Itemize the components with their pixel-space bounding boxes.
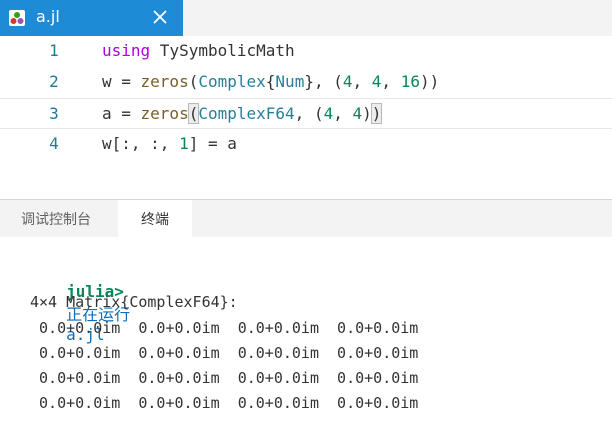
line-number: 4 — [49, 134, 59, 153]
code-token: } — [304, 72, 314, 91]
code-token: zeros — [140, 104, 189, 123]
code-token: w[:, :, — [102, 134, 180, 153]
matrix-row: 0.0+0.0im 0.0+0.0im 0.0+0.0im 0.0+0.0im — [30, 344, 419, 362]
code-token: ) — [370, 103, 383, 124]
code-token: ) — [419, 72, 430, 91]
code-token: ( — [188, 72, 199, 91]
code-token: TySymbolicMath — [150, 41, 295, 60]
code-token: ) — [362, 104, 372, 123]
code-text: a = zeros(ComplexF64, (4, 4)) — [102, 103, 383, 124]
code-token: w = — [102, 72, 141, 91]
tab-debug-console-label: 调试控制台 — [21, 211, 91, 228]
code-text: w[:, :, 1] = a — [102, 134, 237, 153]
code-token: ] = a — [188, 134, 237, 153]
code-token: , — [333, 104, 353, 123]
code-token: 4 — [342, 72, 353, 91]
line-number: 2 — [49, 72, 59, 91]
text-cursor — [381, 104, 383, 122]
code-token: using — [102, 41, 151, 60]
code-token: , — [381, 72, 401, 91]
code-token: 16 — [400, 72, 420, 91]
panel-tab-bar: 调试控制台 终端 — [0, 199, 612, 237]
code-token: , — [352, 72, 372, 91]
code-editor[interactable]: 1 using TySymbolicMath 2 w = zeros(Complex{… — [0, 36, 612, 199]
matrix-row: 0.0+0.0im 0.0+0.0im 0.0+0.0im 0.0+0.0im — [30, 319, 419, 337]
tab-terminal-label: 终端 — [141, 211, 169, 228]
code-token: 1 — [179, 134, 189, 153]
matrix-row: 0.0+0.0im 0.0+0.0im 0.0+0.0im 0.0+0.0im — [30, 369, 419, 387]
julia-file-icon — [9, 10, 25, 26]
code-token: 4 — [371, 72, 382, 91]
code-token: , — [313, 72, 334, 91]
code-token: 4 — [323, 104, 334, 123]
code-token: ( — [333, 72, 343, 91]
code-token: ( — [187, 103, 200, 124]
code-token: zeros — [140, 72, 189, 91]
code-text: using TySymbolicMath — [102, 41, 295, 60]
tab-title: a.jl — [36, 7, 60, 26]
terminal-output[interactable]: julia> 正在运行 a.jl 4×4 Matrix{ComplexF64}:… — [0, 237, 612, 442]
code-token: Complex — [198, 72, 266, 91]
code-token: 4 — [352, 104, 363, 123]
code-token: , — [294, 104, 314, 123]
matrix-row: 0.0+0.0im 0.0+0.0im 0.0+0.0im 0.0+0.0im — [30, 394, 419, 412]
code-token: ( — [313, 104, 324, 123]
code-token: a = — [102, 104, 141, 123]
editor-line[interactable]: 3a = zeros(ComplexF64, (4, 4)) — [0, 98, 612, 129]
matrix-header: 4×4 Matrix{ComplexF64}: — [30, 293, 238, 311]
editor-tab-a-jl[interactable]: a.jl — [0, 0, 183, 36]
code-token: { — [265, 72, 276, 91]
code-text: w = zeros(Complex{Num}, (4, 4, 16)) — [102, 72, 439, 91]
code-token: ) — [429, 72, 440, 91]
editor-line[interactable]: 1 using TySymbolicMath — [0, 36, 612, 67]
code-token: Num — [275, 72, 305, 91]
tab-terminal[interactable]: 终端 — [118, 200, 192, 237]
code-token: ComplexF64 — [198, 104, 295, 123]
editor-line[interactable]: 4 w[:, :, 1] = a — [0, 129, 612, 160]
tab-debug-console[interactable]: 调试控制台 — [0, 200, 112, 237]
line-number: 1 — [49, 41, 59, 60]
line-number: 3 — [49, 104, 59, 123]
editor-tab-strip: a.jl — [0, 0, 612, 36]
close-tab-icon[interactable] — [152, 9, 168, 25]
editor-line[interactable]: 2w = zeros(Complex{Num}, (4, 4, 16)) — [0, 67, 612, 98]
